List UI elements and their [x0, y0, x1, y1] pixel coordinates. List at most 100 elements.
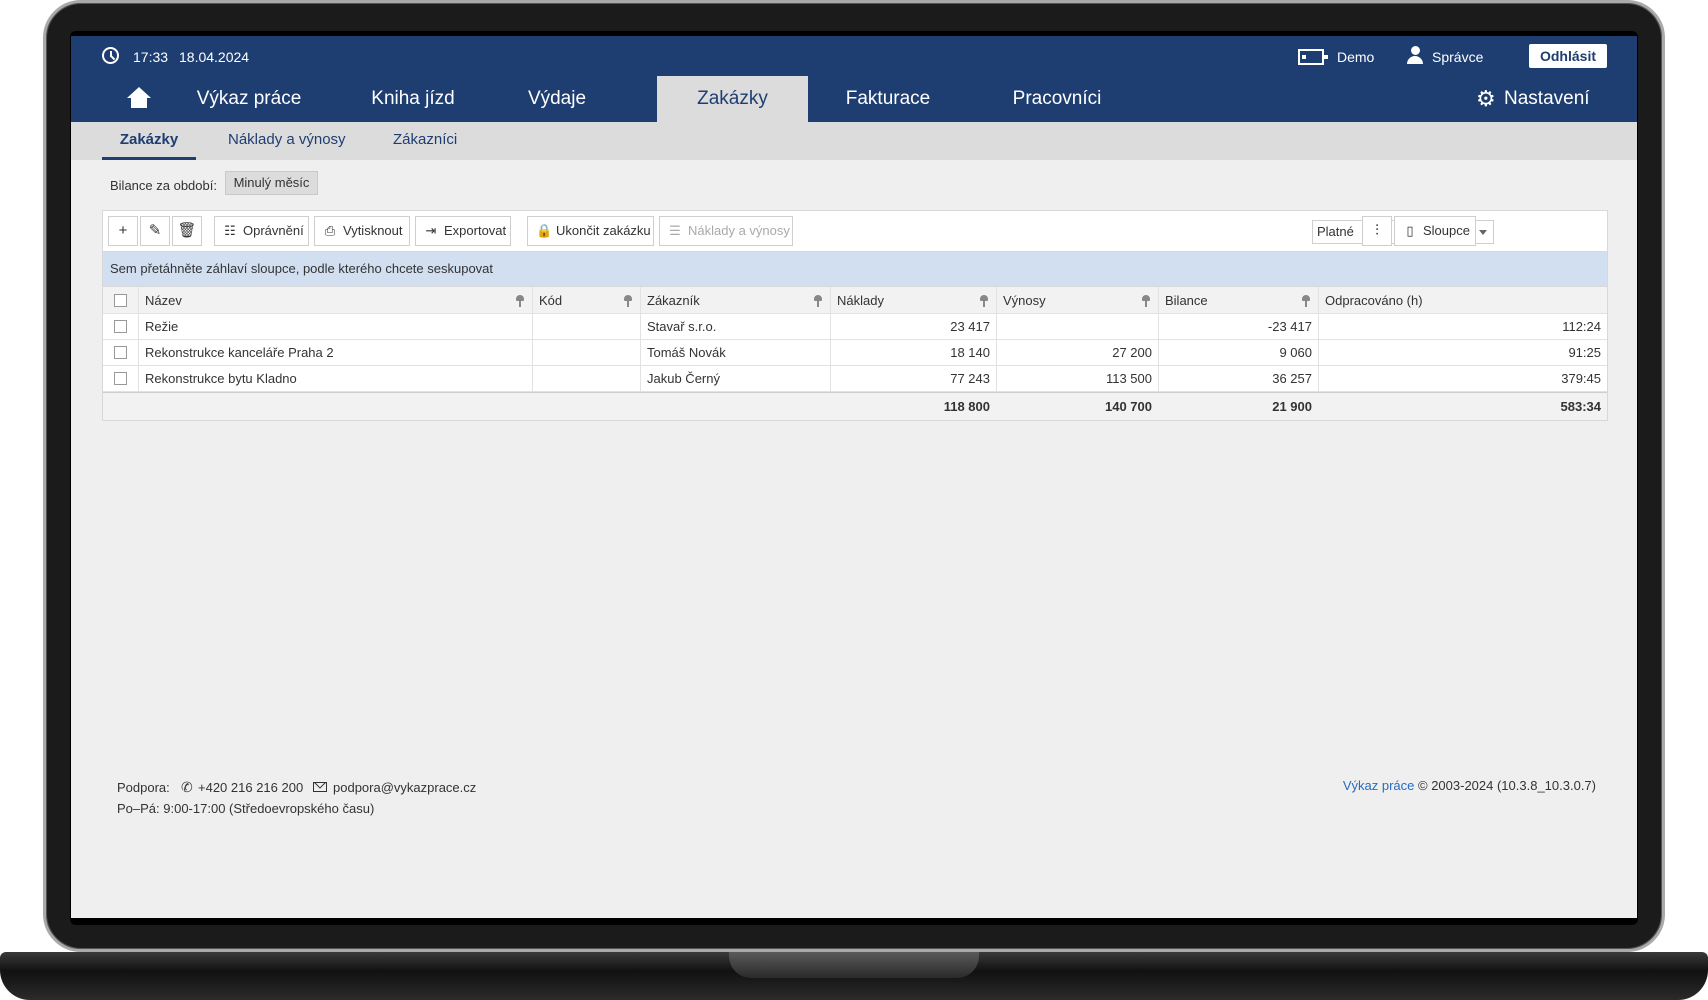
period-selector[interactable]: Minulý měsíc — [225, 171, 318, 195]
subtab-zakaznici[interactable]: Zákazníci — [393, 122, 457, 160]
main-nav: Výkaz práce Kniha jízd Výdaje Zakázky Fa… — [71, 76, 1637, 122]
table-row[interactable]: Rekonstrukce bytu Kladno Jakub Černý 77 … — [103, 366, 1607, 392]
support-phone[interactable]: +420 216 216 200 — [198, 780, 303, 795]
column-header-bilance[interactable]: Bilance — [1158, 287, 1318, 313]
group-by-panel[interactable]: Sem přetáhněte záhlaví sloupce, podle kt… — [102, 252, 1608, 286]
validity-filter-value: Platné — [1317, 224, 1354, 239]
cell-naklady: 18 140 — [830, 340, 996, 365]
trash-icon: 🗑 — [177, 222, 197, 239]
tab-zakazky[interactable]: Zakázky — [657, 76, 808, 122]
support-email[interactable]: podpora@vykazprace.cz — [333, 780, 476, 795]
pencil-icon: ✎ — [148, 222, 162, 239]
tab-pracovnici[interactable]: Pracovníci — [998, 76, 1116, 122]
export-icon: ⇥ — [425, 223, 437, 238]
filter-pin-icon[interactable] — [1142, 295, 1150, 307]
grid-settings-button[interactable]: ⫶ — [1362, 216, 1392, 246]
user-icon[interactable] — [1406, 46, 1424, 66]
plus-icon: + — [118, 222, 128, 239]
subtab-naklady-vynosy[interactable]: Náklady a výnosy — [228, 122, 346, 160]
cell-kod — [532, 314, 640, 339]
close-job-label: Ukončit zakázku — [556, 223, 651, 238]
add-button[interactable]: + — [108, 216, 138, 246]
printer-icon: ⎙ — [324, 223, 336, 238]
total-bilance: 21 900 — [1272, 399, 1312, 414]
cell-vynosy — [996, 314, 1158, 339]
gear-icon[interactable]: ⚙ — [1476, 88, 1496, 110]
filter-pin-icon[interactable] — [980, 295, 988, 307]
permissions-icon: ☷ — [224, 223, 236, 238]
print-button[interactable]: ⎙ Vytisknout — [314, 216, 410, 246]
row-checkbox[interactable] — [114, 320, 127, 333]
costs-revenues-button[interactable]: ☰ Náklady a výnosy — [659, 216, 793, 246]
close-job-button[interactable]: 🔒 Ukončit zakázku — [527, 216, 654, 246]
cell-kod — [532, 366, 640, 391]
tab-nastaveni[interactable]: Nastavení — [1504, 76, 1590, 122]
company-name[interactable]: Demo — [1337, 49, 1374, 65]
filter-pin-icon[interactable] — [624, 295, 632, 307]
cell-vynosy: 113 500 — [996, 366, 1158, 391]
permissions-button[interactable]: ☷ Oprávnění — [214, 216, 309, 246]
print-label: Vytisknout — [343, 223, 403, 238]
edit-button[interactable]: ✎ — [140, 216, 170, 246]
phone-icon: ✆ — [181, 779, 193, 795]
cell-bilance: 9 060 — [1158, 340, 1318, 365]
costs-icon: ☰ — [669, 223, 681, 238]
cell-naklady: 23 417 — [830, 314, 996, 339]
cell-vynosy: 27 200 — [996, 340, 1158, 365]
sub-nav: Zakázky Náklady a výnosy Zákazníci — [71, 122, 1637, 160]
sliders-icon: ⫶ — [1375, 222, 1379, 239]
logout-button[interactable]: Odhlásit — [1529, 44, 1607, 68]
cell-zakaznik: Jakub Černý — [640, 366, 830, 391]
status-line: 17:33 18.04.2024 Demo Správce Odhlásit — [71, 36, 1637, 76]
cell-naklady: 77 243 — [830, 366, 996, 391]
tab-vydaje[interactable]: Výdaje — [509, 76, 605, 122]
user-name[interactable]: Správce — [1432, 49, 1483, 65]
column-header-odpracovano[interactable]: Odpracováno (h) — [1318, 287, 1607, 313]
totals-row: 118 800 140 700 21 900 583:34 — [103, 392, 1607, 420]
subtab-zakazky[interactable]: Zakázky — [102, 122, 196, 160]
jobs-grid: Název Kód Zákazník Náklady Výnosy Bilanc… — [102, 286, 1608, 421]
filter-pin-icon[interactable] — [516, 295, 524, 307]
row-select-cell — [103, 366, 138, 391]
copyright: Výkaz práce © 2003-2024 (10.3.8_10.3.0.7… — [1343, 778, 1596, 793]
table-row[interactable]: Rekonstrukce kanceláře Praha 2 Tomáš Nov… — [103, 340, 1607, 366]
tab-kniha-jizd[interactable]: Kniha jízd — [356, 76, 470, 122]
columns-button[interactable]: ▯ Sloupce — [1394, 216, 1476, 246]
support-hours: Po–Pá: 9:00-17:00 (Středoevropského času… — [117, 801, 375, 816]
column-header-naklady[interactable]: Náklady — [830, 287, 996, 313]
row-checkbox[interactable] — [114, 372, 127, 385]
support-label: Podpora: — [117, 780, 170, 795]
delete-button[interactable]: 🗑 — [172, 216, 202, 246]
column-title: Odpracováno (h) — [1325, 293, 1423, 308]
company-icon[interactable] — [1298, 49, 1328, 65]
select-all-cell — [103, 287, 138, 313]
chevron-down-icon — [1479, 230, 1487, 235]
cell-odpracovano: 91:25 — [1318, 340, 1607, 365]
product-link[interactable]: Výkaz práce — [1343, 778, 1415, 793]
cell-odpracovano: 112:24 — [1318, 314, 1607, 339]
column-title: Bilance — [1165, 293, 1208, 308]
tab-fakturace[interactable]: Fakturace — [841, 76, 935, 122]
column-header-nazev[interactable]: Název — [138, 287, 532, 313]
filter-pin-icon[interactable] — [814, 295, 822, 307]
cell-nazev: Rekonstrukce kanceláře Praha 2 — [138, 340, 532, 365]
cell-bilance: -23 417 — [1158, 314, 1318, 339]
column-header-zakaznik[interactable]: Zákazník — [640, 287, 830, 313]
cell-bilance: 36 257 — [1158, 366, 1318, 391]
permissions-label: Oprávnění — [243, 223, 304, 238]
filter-pin-icon[interactable] — [1302, 295, 1310, 307]
export-button[interactable]: ⇥ Exportovat — [415, 216, 511, 246]
column-header-vynosy[interactable]: Výnosy — [996, 287, 1158, 313]
home-icon[interactable] — [126, 87, 152, 109]
row-checkbox[interactable] — [114, 346, 127, 359]
select-all-checkbox[interactable] — [114, 294, 127, 307]
total-vynosy: 140 700 — [1105, 399, 1152, 414]
table-row[interactable]: Režie Stavař s.r.o. 23 417 -23 417 112:2… — [103, 314, 1607, 340]
grid-header-row: Název Kód Zákazník Náklady Výnosy Bilanc… — [103, 286, 1607, 314]
tab-vykaz-prace[interactable]: Výkaz práce — [186, 76, 312, 122]
columns-icon: ▯ — [1406, 223, 1414, 238]
columns-label: Sloupce — [1423, 223, 1470, 238]
column-header-kod[interactable]: Kód — [532, 287, 640, 313]
app-screen: 17:33 18.04.2024 Demo Správce Odhlásit V… — [71, 36, 1637, 918]
costs-revenues-label: Náklady a výnosy — [688, 223, 790, 238]
